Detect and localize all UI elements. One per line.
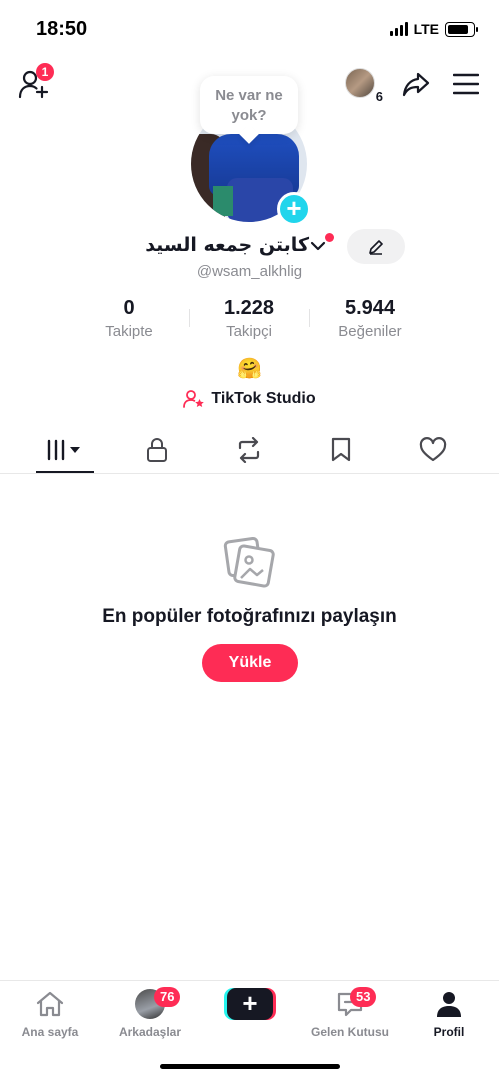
active-tab-indicator — [36, 471, 94, 473]
stat-followers[interactable]: 1.228 Takipçi — [189, 295, 309, 340]
photos-icon — [223, 536, 275, 588]
profile-stats: 0 Takipte 1.228 Takipçi 5.944 Beğeniler — [0, 295, 499, 345]
share-icon[interactable] — [401, 69, 431, 99]
nav-friends[interactable]: 76 Arkadaşlar — [100, 987, 200, 1039]
stat-label: Beğeniler — [338, 323, 402, 340]
stat-label: Takipte — [105, 323, 153, 340]
home-icon — [36, 991, 64, 1017]
menu-icon[interactable] — [453, 73, 479, 95]
display-name[interactable]: كابتن جمعه السيد — [145, 234, 309, 256]
upload-button[interactable]: Yükle — [202, 644, 298, 682]
status-indicators: LTE — [389, 21, 478, 37]
nav-label: Gelen Kutusu — [310, 1025, 389, 1039]
studio-label: TikTok Studio — [211, 390, 316, 407]
tab-favorites[interactable] — [312, 426, 370, 473]
nav-inbox[interactable]: 53 Gelen Kutusu — [300, 987, 400, 1039]
friend-request-badge: 1 — [36, 63, 54, 81]
stat-value: 1.228 — [223, 297, 275, 319]
notification-dot — [325, 233, 334, 242]
stat-value: 5.944 — [344, 297, 396, 319]
signal-icon — [389, 22, 408, 36]
stat-following[interactable]: 0 Takipte — [69, 295, 189, 340]
nav-home[interactable]: Ana sayfa — [0, 989, 100, 1039]
nav-create[interactable]: + — [200, 988, 300, 1020]
tiktok-studio-link[interactable]: TikTok Studio — [0, 389, 499, 409]
story-avatar-button[interactable]: 6 — [345, 68, 383, 104]
user-star-icon — [183, 390, 205, 408]
tab-videos[interactable] — [36, 426, 94, 473]
plus-icon: + — [286, 193, 302, 223]
edit-profile-button[interactable] — [347, 229, 405, 264]
grid-icon — [47, 439, 80, 460]
content-tabs — [0, 426, 499, 474]
status-note-bubble[interactable]: Ne var ne yok? — [200, 76, 298, 134]
username: @wsam_alkhlig — [196, 263, 303, 280]
story-count: 6 — [375, 89, 383, 104]
lock-icon — [147, 437, 167, 462]
stat-value: 0 — [123, 297, 135, 319]
battery-icon — [445, 21, 478, 37]
add-story-button[interactable]: + — [277, 192, 311, 226]
bookmark-icon — [331, 437, 351, 461]
repost-icon — [238, 436, 260, 463]
home-indicator — [160, 1064, 340, 1069]
tab-reposts[interactable] — [220, 426, 278, 473]
tab-private[interactable] — [128, 426, 186, 473]
friends-badge: 76 — [154, 987, 181, 1007]
plus-icon: + — [227, 988, 273, 1020]
stat-likes[interactable]: 5.944 Beğeniler — [310, 295, 430, 340]
status-bar: 18:50 LTE — [0, 0, 499, 60]
bio-emoji: 🤗 — [237, 358, 262, 380]
status-time: 18:50 — [36, 18, 88, 40]
add-friend-button[interactable]: 1 — [18, 63, 54, 102]
avatar — [345, 68, 375, 98]
tab-liked[interactable] — [404, 426, 462, 473]
heart-icon — [419, 436, 447, 461]
inbox-badge: 53 — [350, 987, 377, 1007]
nav-label: Ana sayfa — [21, 1025, 79, 1039]
top-actions: 6 — [345, 68, 479, 104]
network-label: LTE — [413, 21, 439, 37]
nav-label: Arkadaşlar — [118, 1025, 182, 1039]
pencil-icon — [369, 239, 383, 255]
name-row: كابتن جمعه السيد — [0, 229, 499, 264]
nav-profile[interactable]: Profil — [399, 989, 499, 1039]
create-button[interactable]: + — [224, 988, 276, 1020]
chevron-down-icon[interactable] — [310, 238, 326, 254]
profile-icon — [437, 992, 461, 1017]
stat-label: Takipçi — [226, 323, 272, 340]
empty-state-title: En popüler fotoğrafınızı paylaşın — [102, 606, 397, 627]
nav-label: Profil — [433, 1025, 465, 1039]
